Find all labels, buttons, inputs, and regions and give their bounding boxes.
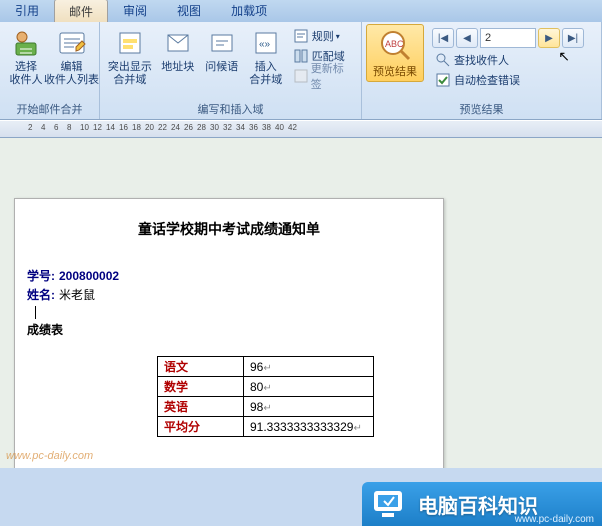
update-labels-button[interactable]: 更新标签 <box>288 66 357 86</box>
preview-results-button[interactable]: ABC 预览结果 <box>366 24 424 82</box>
horizontal-ruler[interactable]: 24681012141618202224262830323436384042 <box>0 120 602 138</box>
insert-merge-field-button[interactable]: «» 插入 合并域 <box>244 24 288 90</box>
tab-review[interactable]: 审阅 <box>108 0 162 22</box>
score-table-label: 成绩表 <box>27 323 63 337</box>
brand-overlay: 电脑百科知识 www.pc-daily.com <box>362 482 602 526</box>
group-title-start-merge: 开始邮件合并 <box>4 100 95 119</box>
find-recipient-button[interactable]: 查找收件人 <box>430 50 584 70</box>
subject-chinese: 语文 <box>158 357 244 377</box>
people-icon <box>10 27 42 59</box>
auto-check-errors-button[interactable]: 自动检查错误 <box>430 70 584 90</box>
subject-average: 平均分 <box>158 417 244 437</box>
first-icon: |◀ <box>438 33 448 44</box>
highlight-merge-label: 突出显示 合并域 <box>108 61 152 87</box>
select-recipients-button[interactable]: 选择 收件人 <box>4 24 48 90</box>
tab-view[interactable]: 视图 <box>162 0 216 22</box>
select-recipients-label: 选择 收件人 <box>10 61 43 87</box>
ruler-ticks: 24681012141618202224262830323436384042 <box>28 123 301 132</box>
edit-list-icon <box>56 27 88 59</box>
edit-recipient-list-button[interactable]: 编辑 收件人列表 <box>48 24 95 90</box>
last-record-button[interactable]: ▶| <box>562 28 584 48</box>
table-row: 数学80↵ <box>158 377 374 397</box>
insert-merge-label: 插入 合并域 <box>249 61 282 87</box>
tab-mailings[interactable]: 邮件 <box>54 0 108 22</box>
chevron-down-icon: ▾ <box>336 32 340 41</box>
record-number-input[interactable] <box>480 28 536 48</box>
prev-icon: ◀ <box>463 33 471 44</box>
group-start-mail-merge: 选择 收件人 编辑 收件人列表 开始邮件合并 <box>0 22 100 119</box>
rules-icon <box>293 28 309 44</box>
greeting-line-button[interactable]: 问候语 <box>200 24 244 77</box>
address-block-icon <box>162 27 194 59</box>
score-chinese: 96↵ <box>244 357 374 377</box>
score-table: 语文96↵ 数学80↵ 英语98↵ 平均分91.3333333333329↵ <box>157 356 374 437</box>
text-caret <box>35 306 36 319</box>
next-record-button[interactable]: ▶ <box>538 28 560 48</box>
student-id-label: 学号: <box>27 269 55 283</box>
group-title-preview: 预览结果 <box>366 100 597 119</box>
score-math: 80↵ <box>244 377 374 397</box>
document-page: 童话学校期中考试成绩通知单 学号: 200800002 姓名: 米老鼠 成绩表 语文… <box>14 198 444 468</box>
document-area[interactable]: 童话学校期中考试成绩通知单 学号: 200800002 姓名: 米老鼠 成绩表 语文… <box>0 138 602 468</box>
ribbon: 选择 收件人 编辑 收件人列表 开始邮件合并 突出显示 合并域 地址块 问候语 <box>0 22 602 120</box>
student-id-value: 200800002 <box>59 269 119 283</box>
greeting-line-label: 问候语 <box>205 61 238 74</box>
watermark-text: www.pc-daily.com <box>6 450 93 462</box>
group-title-write-insert: 编写和插入域 <box>104 100 357 119</box>
insert-field-icon: «» <box>250 27 282 59</box>
highlight-merge-fields-button[interactable]: 突出显示 合并域 <box>104 24 156 90</box>
group-write-insert-fields: 突出显示 合并域 地址块 问候语 «» 插入 合并域 规则▾ 匹配域 更新标签 … <box>100 22 362 119</box>
name-value: 米老鼠 <box>59 288 95 302</box>
highlight-icon <box>114 27 146 59</box>
prev-record-button[interactable]: ◀ <box>456 28 478 48</box>
first-record-button[interactable]: |◀ <box>432 28 454 48</box>
match-icon <box>293 48 309 64</box>
brand-logo-icon <box>368 487 412 521</box>
ribbon-tabs: 引用 邮件 审阅 视图 加载项 <box>0 0 602 22</box>
score-average: 91.3333333333329↵ <box>244 417 374 437</box>
table-row: 语文96↵ <box>158 357 374 377</box>
update-labels-icon <box>293 68 308 84</box>
name-label: 姓名: <box>27 288 55 302</box>
subject-math: 数学 <box>158 377 244 397</box>
preview-results-label: 预览结果 <box>373 63 417 79</box>
address-block-label: 地址块 <box>161 61 194 74</box>
magnifier-abc-icon: ABC <box>377 27 413 63</box>
check-icon <box>435 72 451 88</box>
last-icon: ▶| <box>568 33 578 44</box>
tab-addins[interactable]: 加载项 <box>216 0 282 22</box>
svg-text:«»: «» <box>259 39 271 50</box>
svg-text:ABC: ABC <box>385 39 404 49</box>
edit-recipient-list-label: 编辑 收件人列表 <box>44 61 99 87</box>
subject-english: 英语 <box>158 397 244 417</box>
score-english: 98↵ <box>244 397 374 417</box>
brand-url: www.pc-daily.com <box>515 514 594 525</box>
tab-references[interactable]: 引用 <box>0 0 54 22</box>
next-icon: ▶ <box>545 33 553 44</box>
doc-title: 童话学校期中考试成绩通知单 <box>27 219 431 239</box>
table-row: 英语98↵ <box>158 397 374 417</box>
rules-button[interactable]: 规则▾ <box>288 26 357 46</box>
greeting-icon <box>206 27 238 59</box>
search-icon <box>435 52 451 68</box>
table-row: 平均分91.3333333333329↵ <box>158 417 374 437</box>
address-block-button[interactable]: 地址块 <box>156 24 200 77</box>
group-preview-results: ABC 预览结果 |◀ ◀ ▶ ▶| 查找收件人 自动检查错误 预览结果 <box>362 22 602 119</box>
